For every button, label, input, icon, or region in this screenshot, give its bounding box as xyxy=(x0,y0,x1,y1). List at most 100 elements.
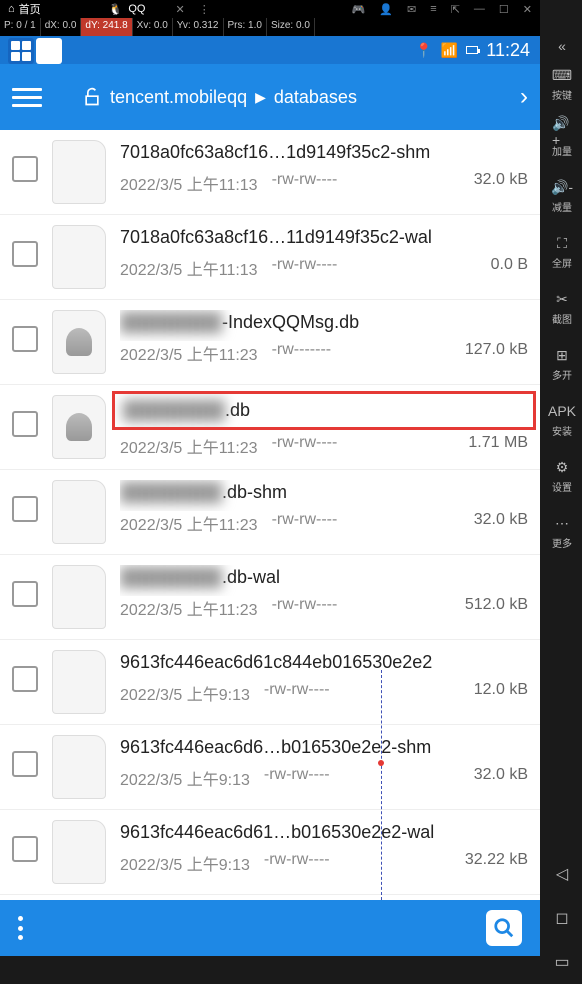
file-permissions: -rw-rw---- xyxy=(264,766,330,790)
file-row[interactable]: ████████.db-shm 2022/3/5 上午11:23 -rw-rw-… xyxy=(0,470,540,555)
nav-recents-icon[interactable]: ▭ xyxy=(542,940,582,984)
file-checkbox[interactable] xyxy=(12,241,38,267)
chevron-right-icon: ▶ xyxy=(255,89,266,106)
file-size: 32.0 kB xyxy=(474,766,528,790)
file-size: 1.71 MB xyxy=(468,434,528,458)
sidebar-item-label: 安装 xyxy=(552,423,572,438)
file-checkbox[interactable] xyxy=(12,836,38,862)
file-checkbox[interactable] xyxy=(12,411,38,437)
mail-icon[interactable]: ✉ xyxy=(407,3,416,16)
sidebar-icon: APK xyxy=(552,402,572,420)
sidebar-icon: 🔊- xyxy=(552,178,572,196)
file-row[interactable]: 9613fc446eac6d61c844eb016530e2e2 2022/3/… xyxy=(0,640,540,725)
tab-menu-icon[interactable]: ⋮ xyxy=(199,3,210,16)
file-checkbox[interactable] xyxy=(12,751,38,777)
search-button[interactable] xyxy=(486,910,522,946)
file-date: 2022/3/5 上午9:13 xyxy=(120,851,250,875)
debug-yv: Yv: 0.312 xyxy=(173,18,224,36)
file-size: 512.0 kB xyxy=(465,596,528,620)
sidebar-item-减量[interactable]: 🔊- 减量 xyxy=(542,168,582,224)
gamepad-icon[interactable]: 🎮 xyxy=(352,3,366,16)
signal-icon: 📶 xyxy=(441,42,458,59)
file-checkbox[interactable] xyxy=(12,156,38,182)
debug-size: Size: 0.0 xyxy=(267,18,315,36)
sidebar-item-截图[interactable]: ✂ 截图 xyxy=(542,280,582,336)
file-checkbox[interactable] xyxy=(12,496,38,522)
breadcrumb-path1: tencent.mobileqq xyxy=(110,87,247,108)
sidebar-item-label: 全屏 xyxy=(552,255,572,270)
nav-back-icon[interactable]: ◁ xyxy=(542,852,582,896)
file-size: 32.22 kB xyxy=(465,851,528,875)
sidebar-item-label: 按键 xyxy=(552,87,572,102)
minimize-icon[interactable]: — xyxy=(474,3,485,16)
sidebar-item-加量[interactable]: 🔊+加量 xyxy=(542,112,582,168)
file-checkbox[interactable] xyxy=(12,666,38,692)
file-icon xyxy=(52,650,106,714)
file-permissions: -rw-rw---- xyxy=(272,511,338,535)
sidebar-icon: ⊞ xyxy=(552,346,572,364)
file-list[interactable]: 7018a0fc63a8cf16…1d9149f35c2-shm 2022/3/… xyxy=(0,130,540,900)
overflow-menu-icon[interactable] xyxy=(18,916,24,940)
file-row[interactable]: ████████.db 2022/3/5 上午11:23 -rw-rw---- … xyxy=(0,385,540,470)
debug-dy: dY: 241.8 xyxy=(81,18,132,36)
location-icon: 📍 xyxy=(415,42,432,59)
user-icon[interactable]: 👤 xyxy=(379,3,393,16)
sidebar-item-label: 截图 xyxy=(552,311,572,326)
file-date: 2022/3/5 上午11:23 xyxy=(120,596,258,620)
file-row[interactable]: ████████.db-wal 2022/3/5 上午11:23 -rw-rw-… xyxy=(0,555,540,640)
file-name: 9613fc446eac6d6…b016530e2e2-shm xyxy=(120,735,528,766)
debug-xv: Xv: 0.0 xyxy=(133,18,173,36)
file-permissions: -rw-rw---- xyxy=(264,681,330,705)
file-name: 9613fc446eac6d61c844eb016530e2e2 xyxy=(120,650,528,681)
hamburger-menu-icon[interactable] xyxy=(12,82,42,112)
file-size: 0.0 B xyxy=(491,256,528,280)
tab-qq[interactable]: 🐧 QQ xyxy=(109,3,146,16)
sidebar-item-label: 设置 xyxy=(552,479,572,494)
tab-home[interactable]: ⌂ 首页 xyxy=(0,1,49,17)
file-name: ████████-IndexQQMsg.db xyxy=(120,310,528,341)
file-permissions: -rw-rw---- xyxy=(272,256,338,280)
close-icon[interactable]: ✕ xyxy=(523,3,532,16)
file-date: 2022/3/5 上午11:23 xyxy=(120,341,258,365)
grid-view-icon[interactable] xyxy=(8,38,34,64)
sidebar-item-更多[interactable]: ⋯ 更多 xyxy=(542,504,582,560)
file-checkbox[interactable] xyxy=(12,326,38,352)
pin-icon[interactable]: ⇱ xyxy=(451,3,460,16)
file-row[interactable]: 7018a0fc63a8cf16…11d9149f35c2-wal 2022/3… xyxy=(0,215,540,300)
nav-home-icon[interactable]: ◻ xyxy=(542,896,582,940)
breadcrumb[interactable]: tencent.mobileqq ▶ databases xyxy=(82,85,512,109)
sidebar-icon: ✂ xyxy=(552,290,572,308)
android-status-bar: 📍 📶 11:24 xyxy=(0,36,540,64)
file-date: 2022/3/5 上午11:23 xyxy=(120,511,258,535)
database-icon xyxy=(52,395,106,459)
nav-forward-icon[interactable]: › xyxy=(520,83,528,111)
file-date: 2022/3/5 上午11:13 xyxy=(120,171,258,195)
sidebar-icon: ⛶ xyxy=(552,234,572,252)
file-name: 7018a0fc63a8cf16…11d9149f35c2-wal xyxy=(120,225,528,256)
sidebar-item-label: 加量 xyxy=(552,143,572,158)
qq-icon: 🐧 xyxy=(109,3,123,16)
app-header: tencent.mobileqq ▶ databases › xyxy=(0,64,540,130)
battery-icon xyxy=(466,46,478,54)
list-view-icon[interactable] xyxy=(36,38,62,64)
file-row[interactable]: 9613fc446eac6d6…b016530e2e2-shm 2022/3/5… xyxy=(0,725,540,810)
breadcrumb-path2: databases xyxy=(274,87,357,108)
emulator-sidebar: « ⌨按键🔊+加量 🔊- 减量 ⛶ 全屏 ✂ 截图 ⊞多开 APK 安装 ⚙设置 ⋯ 更多 ◁ ◻ ▭ xyxy=(542,36,582,984)
sidebar-collapse-icon[interactable]: « xyxy=(542,36,582,56)
sidebar-item-设置[interactable]: ⚙设置 xyxy=(542,448,582,504)
sidebar-item-label: 减量 xyxy=(552,199,572,214)
sidebar-item-label: 更多 xyxy=(552,535,572,550)
sidebar-item-多开[interactable]: ⊞多开 xyxy=(542,336,582,392)
file-row[interactable]: 7018a0fc63a8cf16…1d9149f35c2-shm 2022/3/… xyxy=(0,130,540,215)
menu-icon[interactable]: ≡ xyxy=(430,3,436,16)
file-permissions: -rw-rw---- xyxy=(272,596,338,620)
maximize-icon[interactable]: ☐ xyxy=(499,3,509,16)
sidebar-item-安装[interactable]: APK 安装 xyxy=(542,392,582,448)
file-checkbox[interactable] xyxy=(12,581,38,607)
sidebar-item-按键[interactable]: ⌨按键 xyxy=(542,56,582,112)
file-row[interactable]: ████████-IndexQQMsg.db 2022/3/5 上午11:23 … xyxy=(0,300,540,385)
sidebar-icon: ⋯ xyxy=(552,514,572,532)
sidebar-item-全屏[interactable]: ⛶ 全屏 xyxy=(542,224,582,280)
file-row[interactable]: 9613fc446eac6d61…b016530e2e2-wal 2022/3/… xyxy=(0,810,540,895)
tab-close-icon[interactable]: ✕ xyxy=(175,3,184,16)
